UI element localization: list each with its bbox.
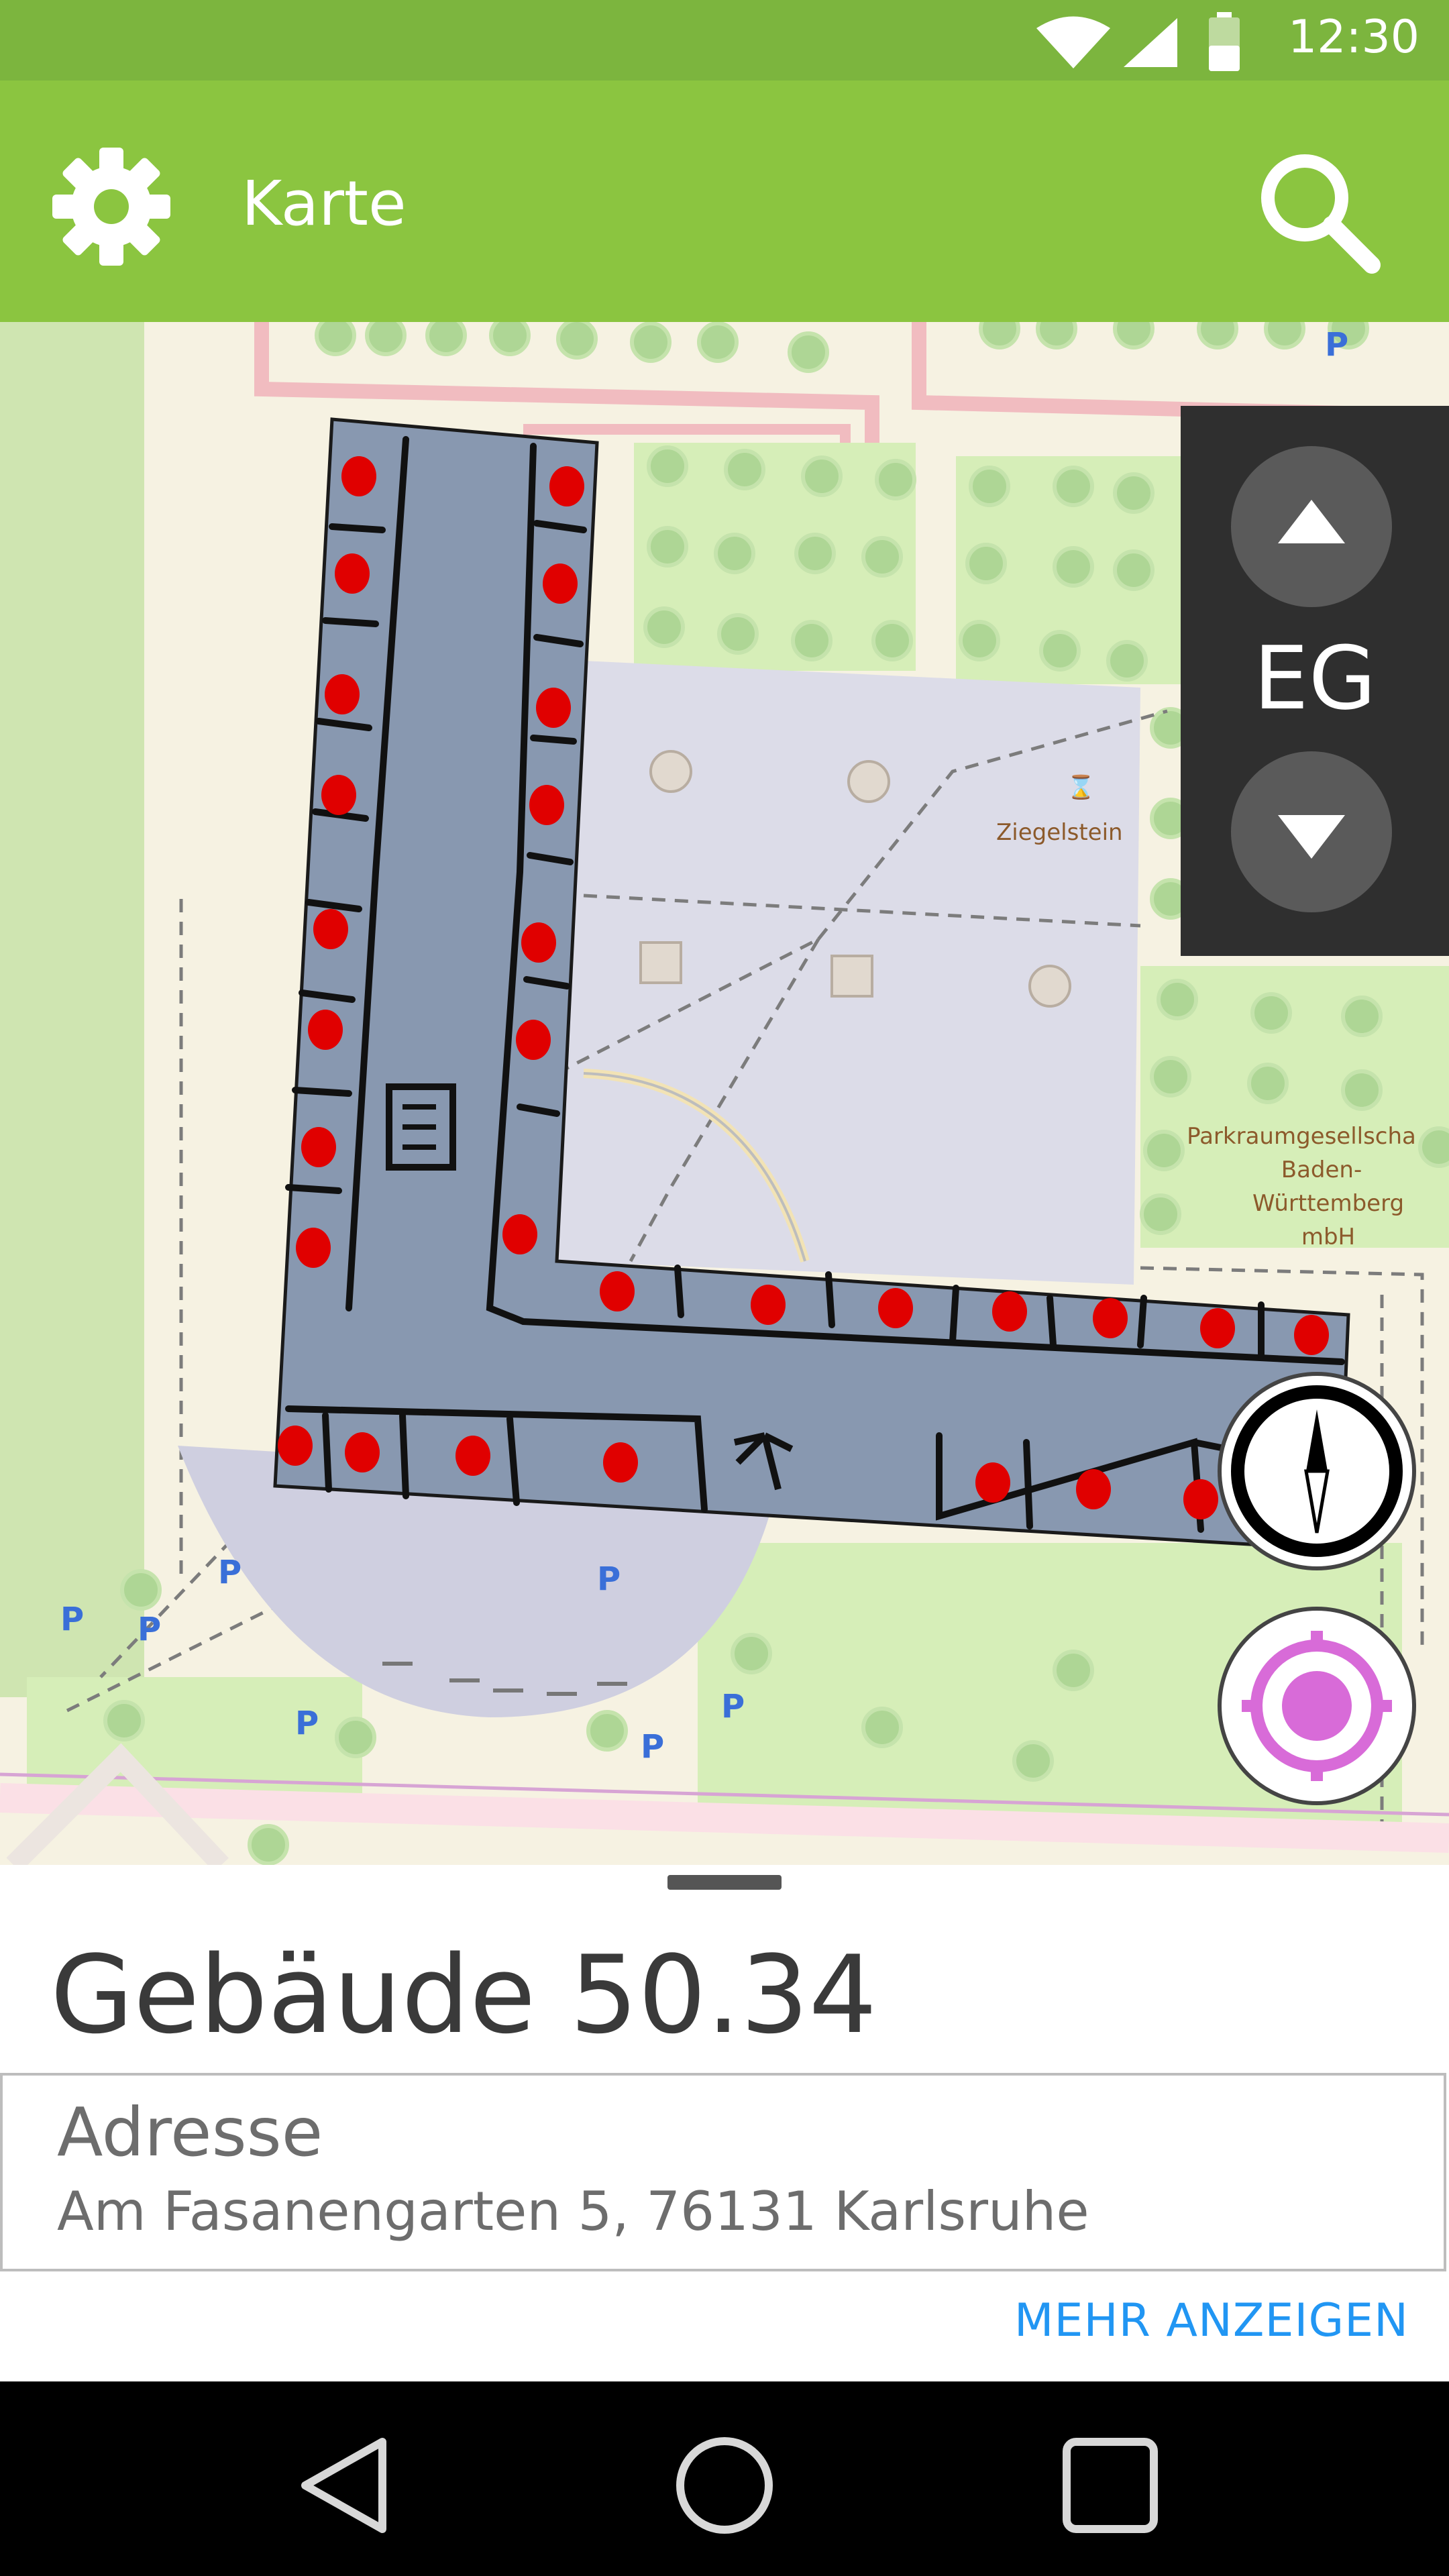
parking-icon: P (295, 1705, 319, 1742)
floor-up-button[interactable] (1231, 446, 1392, 607)
parking-icon: P (721, 1688, 745, 1725)
app-bar: Karte (0, 80, 1449, 322)
triangle-up-icon (1278, 500, 1345, 543)
svg-text:⌛: ⌛ (1067, 774, 1095, 801)
address-label: Adresse (57, 2093, 323, 2171)
app-title: Karte (241, 168, 407, 239)
compass-button[interactable] (1218, 1372, 1416, 1570)
poi-label-parkraum-3: Württemberg (1252, 1190, 1404, 1217)
search-icon[interactable] (1254, 148, 1382, 275)
parking-icon: P (597, 1560, 621, 1598)
floor-selector: EG (1181, 406, 1449, 956)
poi-label-parkraum-1: Parkraumgesellscha (1187, 1123, 1416, 1150)
park-area (0, 322, 144, 1697)
wifi-icon (1036, 16, 1110, 68)
navigation-bar (0, 2381, 1449, 2576)
parking-icon: P (60, 1601, 84, 1638)
gear-icon[interactable] (52, 148, 170, 266)
battery-icon (1209, 12, 1240, 71)
floor-level-label: EG (1253, 627, 1377, 729)
parking-icon: P (138, 1611, 161, 1648)
poi-label-parkraum-2: Baden- (1281, 1157, 1362, 1183)
home-icon[interactable] (671, 2432, 778, 2539)
triangle-down-icon (1278, 815, 1345, 859)
map-view[interactable]: ⌛ Ziegelstein Parkraumgesellscha Baden- … (0, 322, 1449, 1865)
parking-icon: P (641, 1728, 664, 1766)
my-location-button[interactable] (1218, 1607, 1416, 1805)
status-time: 12:30 (1288, 11, 1419, 64)
show-more-link[interactable]: MEHR ANZEIGEN (1014, 2294, 1409, 2347)
drag-handle[interactable] (667, 1875, 782, 1890)
back-icon[interactable] (288, 2435, 396, 2536)
compass-icon (1231, 1385, 1403, 1557)
status-bar: 12:30 (0, 0, 1449, 80)
building-title: Gebäude 50.34 (50, 1932, 877, 2057)
recents-icon[interactable] (1060, 2435, 1161, 2536)
poi-label-ziegelstein: Ziegelstein (996, 819, 1123, 846)
floor-down-button[interactable] (1231, 751, 1392, 912)
signal-icon (1124, 18, 1177, 67)
parking-icon: P (218, 1554, 241, 1591)
poi-label-parkraum-4: mbH (1301, 1224, 1355, 1250)
parking-icon: P (1325, 326, 1348, 364)
address-value: Am Fasanengarten 5, 76131 Karlsruhe (57, 2180, 1089, 2243)
location-target-icon (1242, 1631, 1392, 1781)
